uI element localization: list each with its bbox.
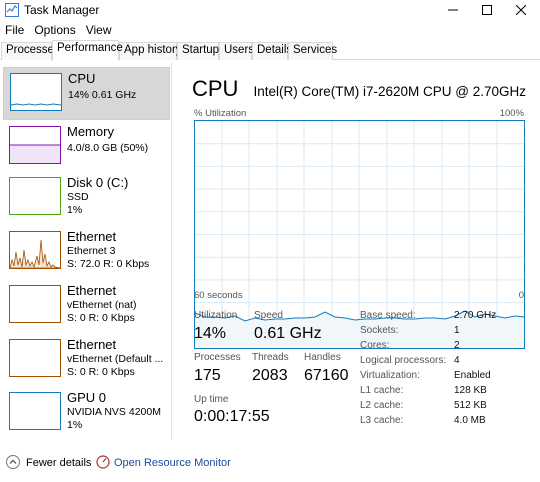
menu-options[interactable]: Options [29,21,80,39]
ethernet-thumbnail [9,231,61,269]
memory-thumbnail [9,126,61,164]
spec-value: 128 KB [454,385,487,396]
page-title: CPU [192,76,239,101]
resource-list: CPU 14% 0.61 GHz Memory 4.0/8.0 GB (50%)… [0,62,172,440]
processes-value: 175 [194,367,221,384]
resource-item-sub: 4.0/8.0 GB (50%) [67,142,149,154]
resource-monitor-icon[interactable] [96,455,110,469]
resource-item-sub: vEthernet (nat) [67,299,137,311]
cpu-model-name: Intel(R) Core(TM) i7-2620M CPU @ 2.70GHz [253,84,526,99]
uptime-value: 0:00:17:55 [194,408,270,425]
title-bar: Task Manager [0,0,540,20]
utilization-label: Utilization [194,310,238,321]
spec-label: Virtualization: [360,370,420,381]
speed-value: 0.61 GHz [254,325,322,342]
ethernet-thumbnail [9,285,61,323]
threads-label: Threads [252,352,289,363]
speed-label: Speed [254,310,283,321]
resource-item-label: Ethernet [67,229,117,244]
spec-value: 1 [454,325,460,336]
menu-bar: File Options View [0,21,117,39]
tab-app-history[interactable]: App history [119,42,182,60]
tab-services[interactable]: Services [288,42,337,60]
processes-label: Processes [194,352,241,363]
spec-value: 2.70 GHz [454,310,497,321]
graph-time-left: 60 seconds [194,290,243,301]
chevron-up-icon[interactable] [6,455,20,469]
utilization-value: 14% [194,325,227,342]
tab-strip: Processes Performance App history Startu… [0,40,540,61]
cpu-details-panel: CPU Intel(R) Core(TM) i7-2620M CPU @ 2.7… [180,62,540,440]
task-manager-icon [5,3,19,17]
resource-item-sub: 14% 0.61 GHz [68,89,137,101]
handles-value: 67160 [304,367,349,384]
spec-label: L3 cache: [360,415,404,426]
spec-value: 512 KB [454,400,487,411]
resource-item-gpu[interactable]: GPU 0 NVIDIA NVS 4200M 1% [3,387,170,440]
graph-time-right: 0 [518,290,524,301]
window-title: Task Manager [24,3,100,17]
resource-item-disk[interactable]: Disk 0 (C:) SSD 1% [3,172,170,225]
resource-item-label: Memory [67,124,114,139]
resource-item-sub: S: 0 R: 0 Kbps [67,366,135,378]
spec-value: 4 [454,355,460,366]
footer-bar: Fewer details Open Resource Monitor [0,448,540,478]
spec-label: L2 cache: [360,400,404,411]
resource-item-ethernet-3[interactable]: Ethernet Ethernet 3 S: 72.0 R: 0 Kbps [3,226,170,279]
spec-value: 4.0 MB [454,415,486,426]
handles-label: Handles [304,352,341,363]
graph-y-max: 100% [499,108,524,119]
resource-item-memory[interactable]: Memory 4.0/8.0 GB (50%) [3,121,170,174]
tab-details[interactable]: Details [252,42,292,60]
resource-item-vethernet-default[interactable]: Ethernet vEthernet (Default ... S: 0 R: … [3,334,170,387]
resource-item-label: Ethernet [67,337,117,352]
graph-y-label: % Utilization [194,108,247,119]
minimize-button[interactable] [436,0,470,20]
spec-label: Sockets: [360,325,399,336]
spec-label: Logical processors: [360,355,447,366]
tab-users[interactable]: Users [219,42,254,60]
menu-view[interactable]: View [81,21,117,39]
tab-startup[interactable]: Startup [177,42,219,60]
resource-item-sub: S: 0 R: 0 Kbps [67,312,135,324]
open-resource-monitor-link[interactable]: Open Resource Monitor [114,457,231,469]
menu-file[interactable]: File [0,21,29,39]
resource-item-cpu[interactable]: CPU 14% 0.61 GHz [3,67,170,120]
maximize-icon [482,5,492,15]
minimize-icon [448,9,458,11]
resource-item-sub: 1% [67,419,83,431]
uptime-label: Up time [194,394,229,405]
resource-item-sub: 1% [67,204,83,216]
resource-item-label: Disk 0 (C:) [67,175,129,190]
tab-processes[interactable]: Processes [1,42,60,60]
close-icon [516,5,526,15]
threads-value: 2083 [252,367,288,384]
close-button[interactable] [504,0,538,20]
resource-item-sub: Ethernet 3 [67,245,116,257]
gpu-thumbnail [9,392,61,430]
maximize-button[interactable] [470,0,504,20]
spec-label: Cores: [360,340,390,351]
resource-item-label: GPU 0 [67,390,107,405]
disk-thumbnail [9,177,61,215]
fewer-details-button[interactable]: Fewer details [26,457,91,469]
resource-item-sub: NVIDIA NVS 4200M [67,406,161,418]
resource-item-sub: SSD [67,191,89,203]
spec-label: Base speed: [360,310,416,321]
resource-item-vethernet-nat[interactable]: Ethernet vEthernet (nat) S: 0 R: 0 Kbps [3,280,170,333]
spec-label: L1 cache: [360,385,404,396]
spec-value: 2 [454,340,460,351]
resource-item-label: Ethernet [67,283,117,298]
resource-item-sub: vEthernet (Default ... [67,353,164,365]
ethernet-thumbnail [9,339,61,377]
resource-item-sub: S: 72.0 R: 0 Kbps [67,258,150,270]
chevron-up-glyph [9,459,17,464]
spec-value: Enabled [454,370,491,381]
cpu-thumbnail [10,73,62,111]
resource-item-label: CPU [68,71,96,86]
tab-performance[interactable]: Performance [52,40,123,61]
